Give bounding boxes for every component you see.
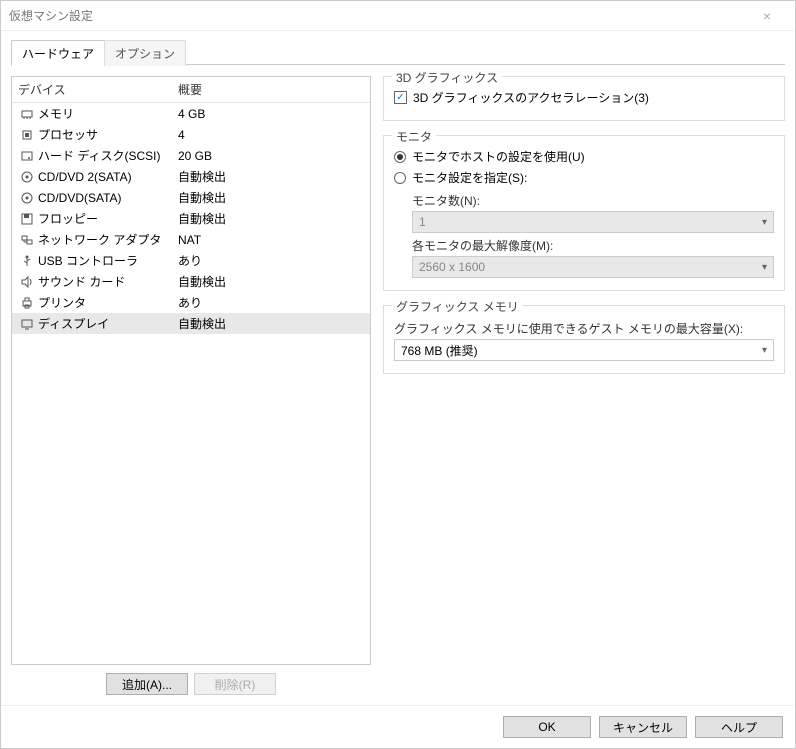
checkbox-3d-accel[interactable]: ✓ (394, 91, 407, 104)
device-summary: 自動検出 (178, 210, 364, 227)
group-3d-graphics: 3D グラフィックス ✓ 3D グラフィックスのアクセラレーション(3) (383, 76, 785, 121)
chevron-down-icon: ▾ (762, 345, 767, 356)
device-row[interactable]: CD/DVD(SATA) 自動検出 (12, 187, 370, 208)
value-monitor-count: 1 (419, 215, 426, 229)
disc-icon (18, 191, 36, 205)
device-row[interactable]: CD/DVD 2(SATA) 自動検出 (12, 166, 370, 187)
chevron-down-icon: ▾ (762, 262, 767, 273)
device-name: CD/DVD(SATA) (38, 191, 122, 205)
device-summary: あり (178, 252, 364, 269)
device-name: フロッピー (38, 210, 98, 227)
sound-icon (18, 275, 36, 289)
device-row[interactable]: ハード ディスク(SCSI) 20 GB (12, 145, 370, 166)
window-title: 仮想マシン設定 (9, 7, 747, 24)
printer-icon (18, 296, 36, 310)
label-specify: モニタ設定を指定(S): (412, 169, 527, 186)
memory-icon (18, 107, 36, 121)
value-gmem: 768 MB (推奨) (401, 342, 478, 359)
device-row[interactable]: プロセッサ 4 (12, 124, 370, 145)
device-name: サウンド カード (38, 273, 125, 290)
add-button[interactable]: 追加(A)... (106, 673, 188, 695)
device-row[interactable]: メモリ 4 GB (12, 103, 370, 124)
value-max-resolution: 2560 x 1600 (419, 260, 485, 274)
device-name: CD/DVD 2(SATA) (38, 170, 132, 184)
device-row[interactable]: フロッピー 自動検出 (12, 208, 370, 229)
floppy-icon (18, 212, 36, 226)
tab-hardware[interactable]: ハードウェア (11, 40, 105, 66)
device-row[interactable]: ディスプレイ 自動検出 (12, 313, 370, 334)
group-title-monitor: モニタ (392, 128, 436, 145)
tab-options[interactable]: オプション (104, 40, 186, 66)
ok-button[interactable]: OK (503, 716, 591, 738)
radio-specify[interactable] (394, 172, 406, 184)
device-name: メモリ (38, 105, 74, 122)
device-summary: 20 GB (178, 149, 364, 163)
radio-use-host[interactable] (394, 151, 406, 163)
header-device: デバイス (18, 81, 178, 98)
chevron-down-icon: ▾ (762, 217, 767, 228)
device-summary: 自動検出 (178, 315, 364, 332)
tabs: ハードウェア オプション (1, 31, 795, 65)
select-max-resolution: 2560 x 1600 ▾ (412, 256, 774, 278)
cancel-button[interactable]: キャンセル (599, 716, 687, 738)
device-name: ネットワーク アダプタ (38, 231, 161, 248)
display-icon (18, 317, 36, 331)
label-monitor-count: モニタ数(N): (412, 188, 774, 211)
device-name: USB コントローラ (38, 252, 138, 269)
usb-icon (18, 254, 36, 268)
disc-icon (18, 170, 36, 184)
label-max-resolution: 各モニタの最大解像度(M): (412, 233, 774, 256)
footer: OK キャンセル ヘルプ (1, 705, 795, 748)
label-3d-accel: 3D グラフィックスのアクセラレーション(3) (413, 89, 649, 106)
device-name: プリンタ (38, 294, 86, 311)
remove-button: 削除(R) (194, 673, 276, 695)
device-name: プロセッサ (38, 126, 98, 143)
close-icon[interactable]: × (747, 8, 787, 24)
group-graphics-memory: グラフィックス メモリ グラフィックス メモリに使用できるゲスト メモリの最大容… (383, 305, 785, 374)
select-monitor-count: 1 ▾ (412, 211, 774, 233)
device-summary: 4 (178, 128, 364, 142)
device-summary: あり (178, 294, 364, 311)
device-row[interactable]: ネットワーク アダプタ NAT (12, 229, 370, 250)
device-summary: 4 GB (178, 107, 364, 121)
network-icon (18, 233, 36, 247)
titlebar: 仮想マシン設定 × (1, 1, 795, 31)
device-row[interactable]: USB コントローラ あり (12, 250, 370, 271)
label-gmem: グラフィックス メモリに使用できるゲスト メモリの最大容量(X): (394, 316, 774, 339)
group-title-gmem: グラフィックス メモリ (392, 298, 523, 315)
device-name: ハード ディスク(SCSI) (38, 147, 161, 164)
device-row[interactable]: プリンタ あり (12, 292, 370, 313)
device-summary: NAT (178, 233, 364, 247)
device-list-header: デバイス 概要 (12, 77, 370, 103)
device-row[interactable]: サウンド カード 自動検出 (12, 271, 370, 292)
select-gmem[interactable]: 768 MB (推奨) ▾ (394, 339, 774, 361)
device-name: ディスプレイ (38, 315, 109, 332)
device-summary: 自動検出 (178, 273, 364, 290)
hdd-icon (18, 149, 36, 163)
device-summary: 自動検出 (178, 168, 364, 185)
device-summary: 自動検出 (178, 189, 364, 206)
header-summary: 概要 (178, 81, 202, 98)
label-use-host: モニタでホストの設定を使用(U) (412, 148, 585, 165)
help-button[interactable]: ヘルプ (695, 716, 783, 738)
group-title-3d: 3D グラフィックス (392, 69, 502, 86)
device-list: デバイス 概要 メモリ 4 GB プロセッサ 4 ハード ディスク(SCSI) 20 GB… (11, 76, 371, 665)
cpu-icon (18, 128, 36, 142)
group-monitor: モニタ モニタでホストの設定を使用(U) モニタ設定を指定(S): モニタ数(N… (383, 135, 785, 291)
